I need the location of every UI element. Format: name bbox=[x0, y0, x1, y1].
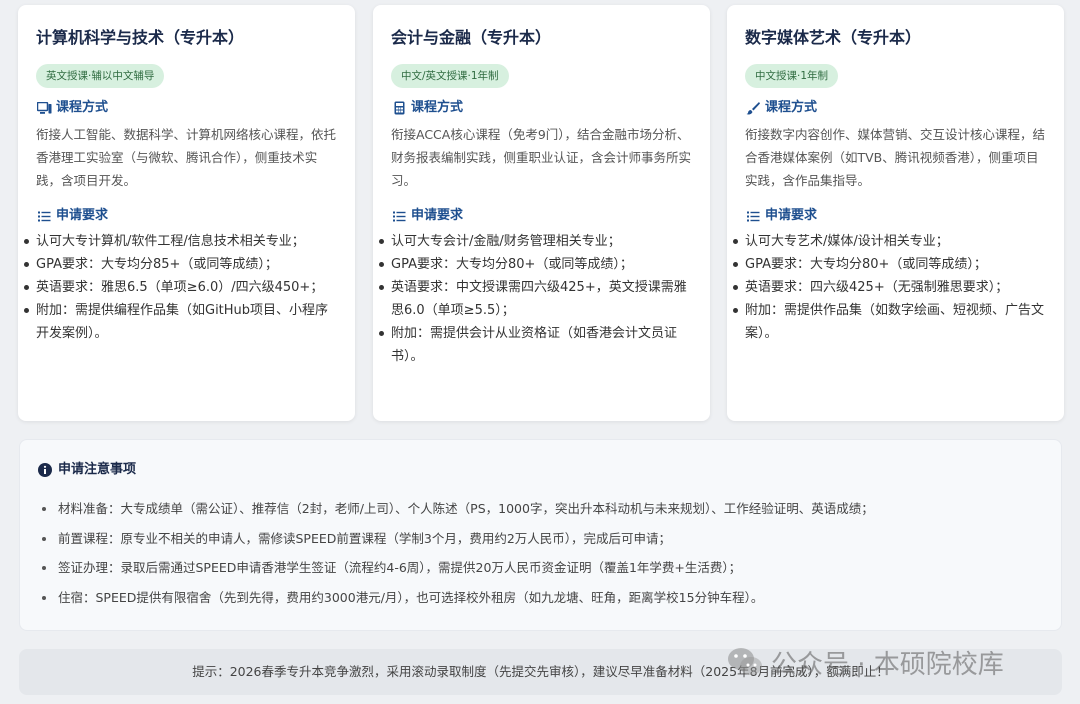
course-heading-label: 课程方式 bbox=[56, 100, 109, 115]
card-title: 会计与金融（专升本） bbox=[391, 28, 552, 47]
requirements-list: 认可大专艺术/媒体/设计相关专业； GPA要求：大专均分80+（或同等成绩）； … bbox=[731, 230, 1046, 345]
list-item: 住宿：SPEED提供有限宿舍（先到先得，费用约3000港元/月），也可选择校外租… bbox=[38, 583, 1043, 613]
course-description: 衔接人工智能、数据科学、计算机网络核心课程，依托香港理工实验室（与微软、腾讯合作… bbox=[36, 127, 337, 188]
list-item: 签证办理：录取后需通过SPEED申请香港学生签证（流程约4-6周），需提供20万… bbox=[38, 553, 1043, 583]
course-heading-label: 课程方式 bbox=[765, 100, 818, 115]
notice-list: 材料准备：大专成绩单（需公证）、推荐信（2封，老师/上司）、个人陈述（PS，10… bbox=[38, 494, 1043, 612]
course-heading: 课程方式 bbox=[745, 98, 1046, 118]
requirements-heading-label: 申请要求 bbox=[765, 208, 818, 223]
requirements-list: 认可大专会计/金融/财务管理相关专业； GPA要求：大专均分80+（或同等成绩）… bbox=[377, 230, 692, 368]
notice-heading: 申请注意事项 bbox=[38, 460, 1043, 480]
watermark: 公众号 · 本硕院校库 bbox=[725, 640, 1004, 684]
program-card-accounting: 会计与金融（专升本） 中文/英文授课·1年制 课程方式 衔接ACCA核心课程（免… bbox=[373, 5, 710, 421]
requirements-list: 认可大专计算机/软件工程/信息技术相关专业； GPA要求：大专均分85+（或同等… bbox=[22, 230, 337, 345]
list-item: 附加：需提供作品集（如数字绘画、短视频、广告文案）。 bbox=[731, 299, 1046, 345]
list-item: GPA要求：大专均分80+（或同等成绩）； bbox=[377, 253, 692, 276]
list-item: 附加：需提供编程作品集（如GitHub项目、小程序开发案例）。 bbox=[22, 299, 337, 345]
requirements-heading-label: 申请要求 bbox=[411, 208, 464, 223]
course-description: 衔接ACCA核心课程（免考9门），结合金融市场分析、财务报表编制实践，侧重职业认… bbox=[391, 127, 692, 188]
course-description: 衔接数字内容创作、媒体营销、交互设计核心课程，结合香港媒体案例（如TVB、腾讯视… bbox=[745, 127, 1046, 188]
list-item: 英语要求：四六级425+（无强制雅思要求）； bbox=[731, 276, 1046, 299]
info-icon bbox=[38, 463, 52, 477]
list-item: 附加：需提供会计从业资格证（如香港会计文员证书）。 bbox=[377, 322, 692, 368]
list-item: 认可大专计算机/软件工程/信息技术相关专业； bbox=[22, 230, 337, 253]
wechat-icon bbox=[725, 644, 765, 680]
list-item: 英语要求：中文授课需四六级425+，英文授课需雅思6.0（单项≥5.5）； bbox=[377, 276, 692, 322]
program-cards: 计算机科学与技术（专升本） 英文授课·辅以中文辅导 课程方式 衔接人工智能、数据… bbox=[18, 5, 1064, 421]
course-heading-label: 课程方式 bbox=[411, 100, 464, 115]
list-item: 前置课程：原专业不相关的申请人，需修读SPEED前置课程（学制3个月，费用约2万… bbox=[38, 524, 1043, 554]
course-heading: 课程方式 bbox=[36, 98, 337, 118]
list-item: 认可大专会计/金融/财务管理相关专业； bbox=[377, 230, 692, 253]
list-item: 英语要求：雅思6.5（单项≥6.0）/四六级450+； bbox=[22, 276, 337, 299]
teaching-language-badge: 英文授课·辅以中文辅导 bbox=[36, 64, 165, 88]
calculator-icon bbox=[391, 100, 407, 116]
application-notice-panel: 申请注意事项 材料准备：大专成绩单（需公证）、推荐信（2封，老师/上司）、个人陈… bbox=[19, 439, 1062, 631]
teaching-language-badge: 中文/英文授课·1年制 bbox=[391, 64, 509, 88]
requirements-heading: 申请要求 bbox=[36, 206, 337, 226]
program-card-digital-media: 数字媒体艺术（专升本） 中文授课·1年制 课程方式 衔接数字内容创作、媒体营销、… bbox=[727, 5, 1064, 421]
list-icon bbox=[36, 208, 52, 224]
program-card-cs: 计算机科学与技术（专升本） 英文授课·辅以中文辅导 课程方式 衔接人工智能、数据… bbox=[18, 5, 355, 421]
watermark-text: 公众号 · 本硕院校库 bbox=[771, 649, 1004, 680]
card-title: 计算机科学与技术（专升本） bbox=[36, 28, 245, 47]
list-item: GPA要求：大专均分80+（或同等成绩）； bbox=[731, 253, 1046, 276]
list-item: 认可大专艺术/媒体/设计相关专业； bbox=[731, 230, 1046, 253]
list-item: GPA要求：大专均分85+（或同等成绩）； bbox=[22, 253, 337, 276]
monitor-icon bbox=[36, 100, 52, 116]
card-title: 数字媒体艺术（专升本） bbox=[745, 28, 922, 47]
teaching-language-badge: 中文授课·1年制 bbox=[745, 64, 839, 88]
list-item: 材料准备：大专成绩单（需公证）、推荐信（2封，老师/上司）、个人陈述（PS，10… bbox=[38, 494, 1043, 524]
requirements-heading-label: 申请要求 bbox=[56, 208, 109, 223]
requirements-heading: 申请要求 bbox=[391, 206, 692, 226]
course-heading: 课程方式 bbox=[391, 98, 692, 118]
notice-heading-label: 申请注意事项 bbox=[58, 462, 137, 477]
list-icon bbox=[745, 208, 761, 224]
paintbrush-icon bbox=[745, 100, 761, 116]
list-icon bbox=[391, 208, 407, 224]
requirements-heading: 申请要求 bbox=[745, 206, 1046, 226]
